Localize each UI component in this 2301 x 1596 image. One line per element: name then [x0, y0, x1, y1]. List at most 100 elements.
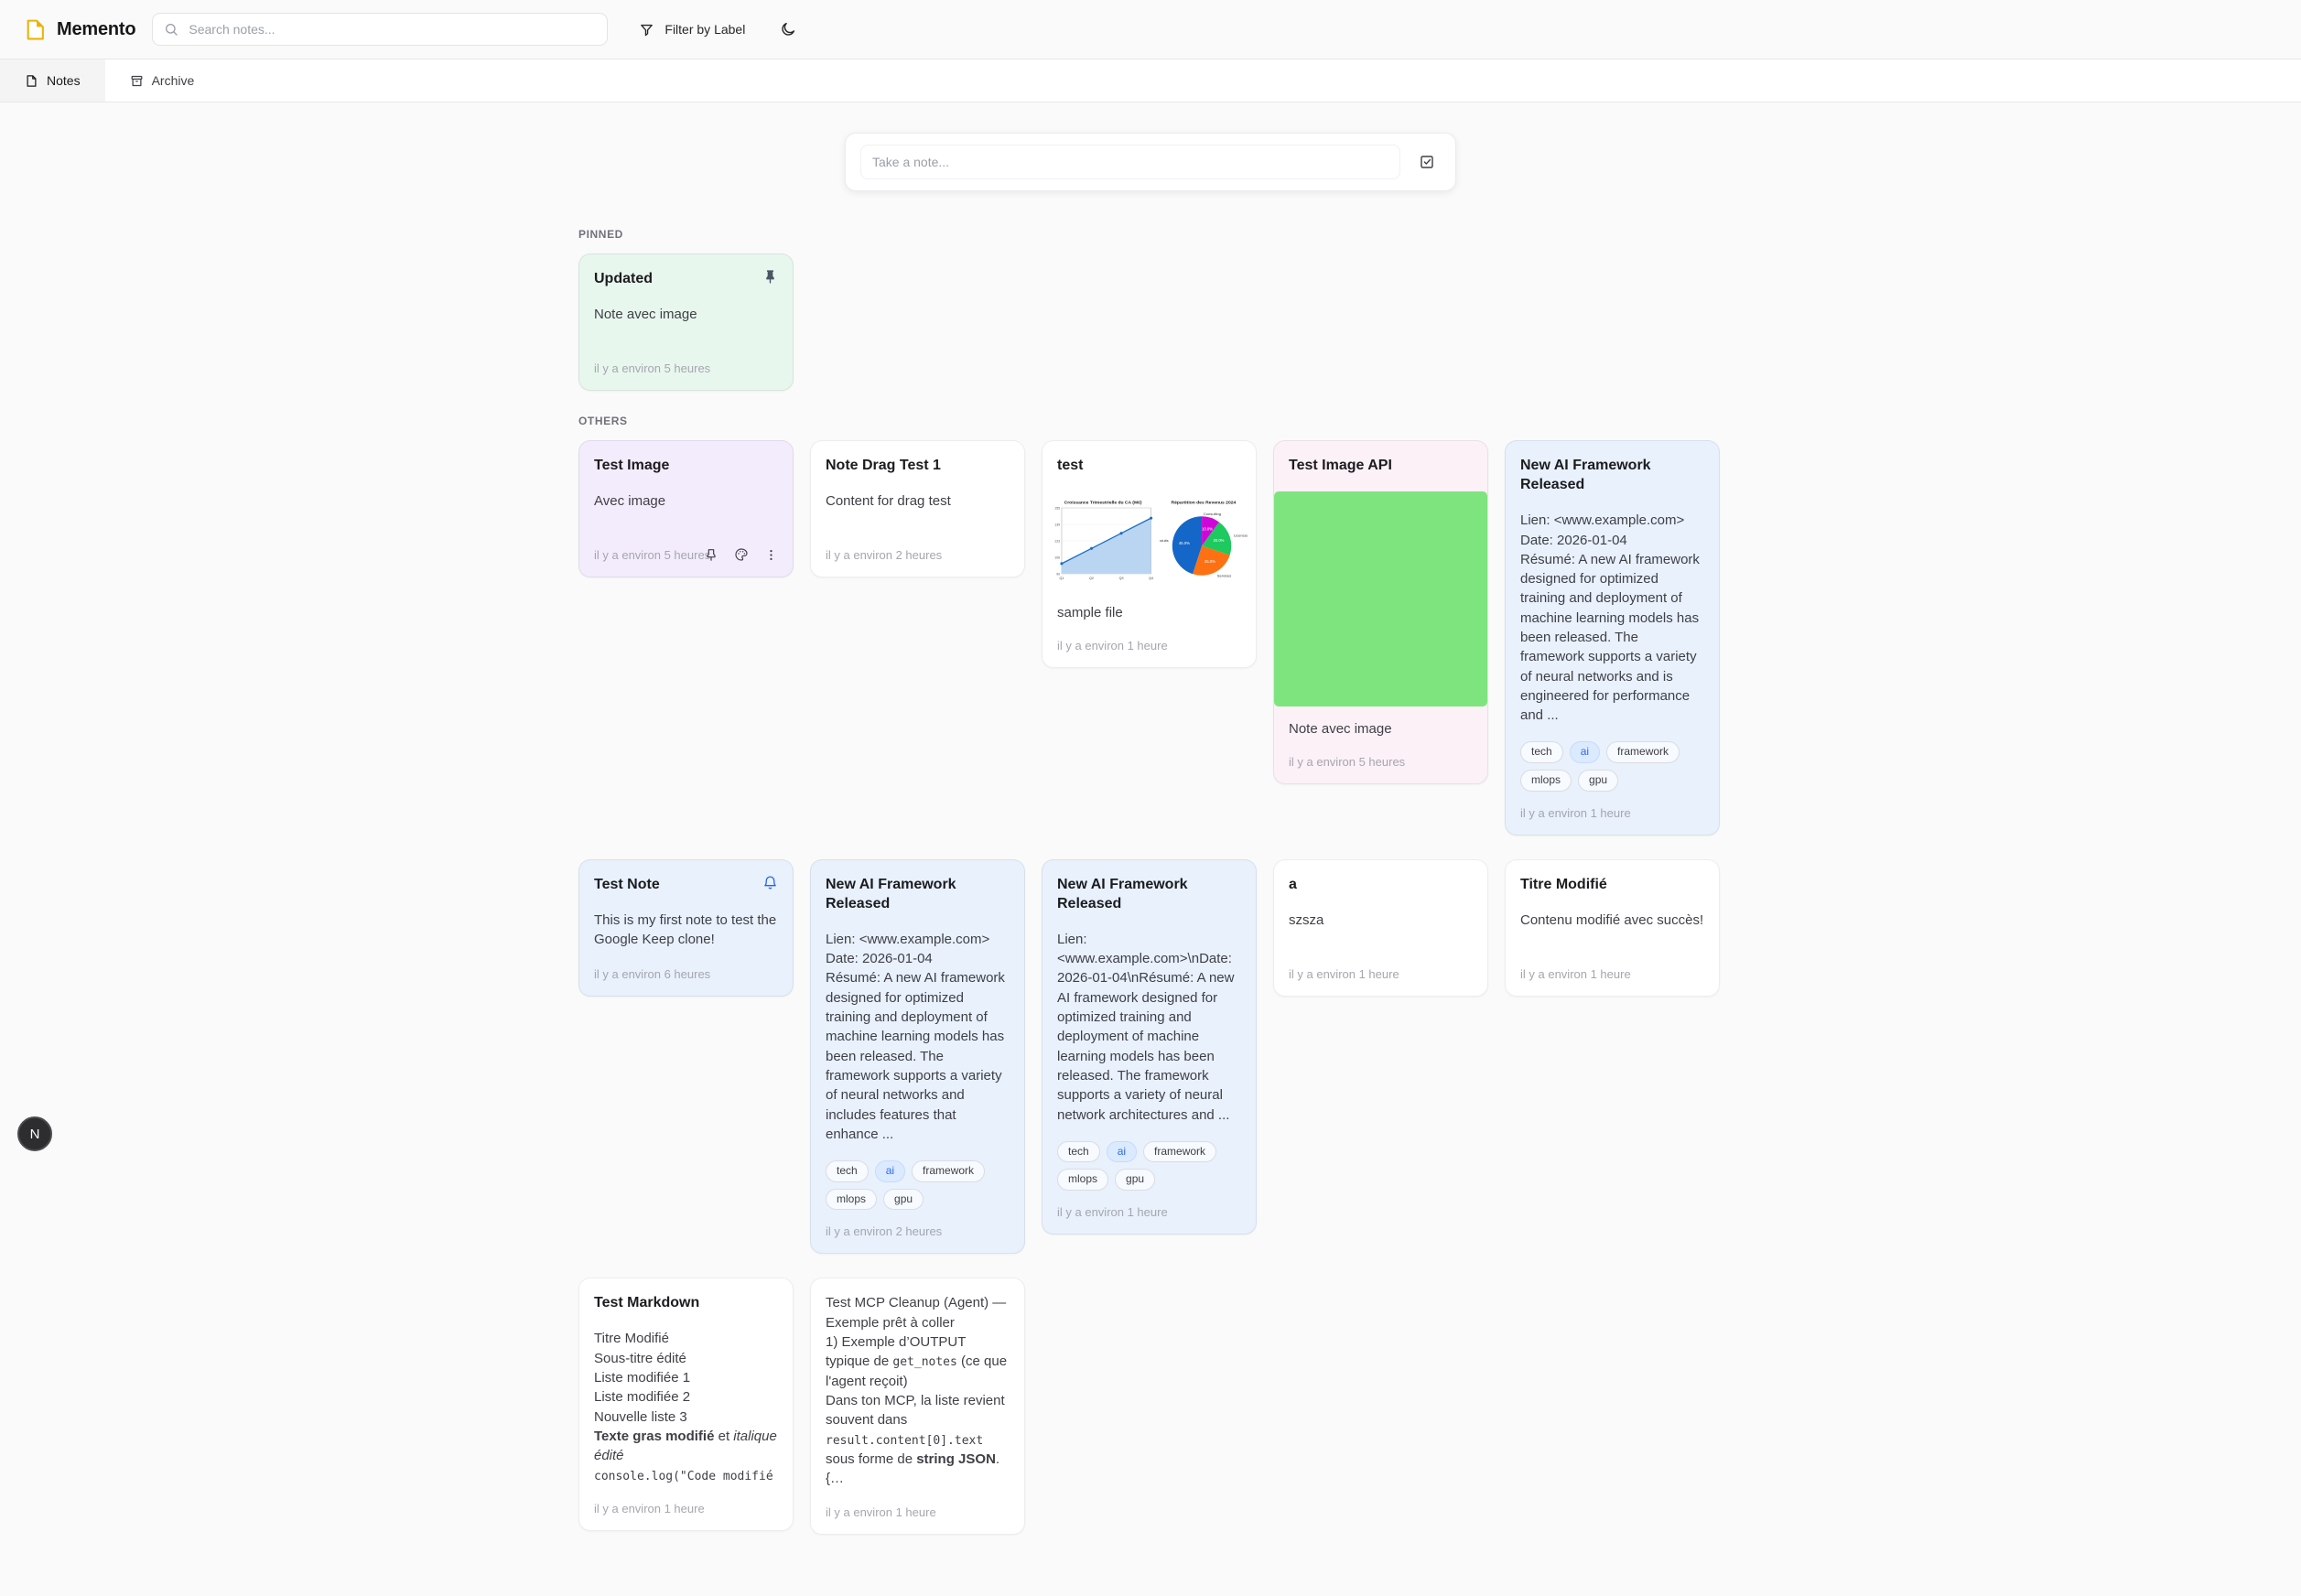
svg-text:123: 123	[1054, 539, 1060, 543]
tag-tech[interactable]: tech	[1520, 741, 1563, 763]
note-card-title-row: Test Image API	[1289, 456, 1473, 475]
svg-text:Consulting: Consulting	[1204, 512, 1221, 516]
note-card-footer: il y a environ 1 heure	[1057, 639, 1241, 652]
svg-text:Q2: Q2	[1089, 577, 1094, 580]
note-card-corner-icon	[762, 875, 778, 890]
moon-icon	[780, 21, 796, 38]
tag-mlops[interactable]: mlops	[826, 1189, 877, 1211]
tag-gpu[interactable]: gpu	[883, 1189, 924, 1211]
pinned-cards-row: UpdatedNote avec imageil y a environ 5 h…	[578, 253, 1723, 391]
note-card-test[interactable]: testCroissance Trimestrielle du CA (M€)1…	[1042, 440, 1257, 668]
tag-mlops[interactable]: mlops	[1057, 1169, 1108, 1191]
note-composer[interactable]	[845, 133, 1456, 191]
note-card-titre-modifie[interactable]: Titre ModifiéContenu modifié avec succès…	[1505, 859, 1720, 997]
pinned-section-label: PINNED	[578, 228, 1723, 241]
svg-text:Croissance Trimestrielle du CA: Croissance Trimestrielle du CA (M€)	[1064, 501, 1142, 506]
note-attached-image[interactable]	[1274, 491, 1487, 706]
note-attached-charts[interactable]: Croissance Trimestrielle du CA (M€)15513…	[1051, 493, 1248, 588]
note-card-content: Test MCP Cleanup (Agent) — Exemple prêt …	[826, 1293, 1010, 1488]
tag-framework[interactable]: framework	[1143, 1141, 1216, 1163]
note-card-title: Test Note	[594, 875, 660, 894]
note-card-footer: il y a environ 6 heures	[594, 967, 778, 981]
note-card-test-mcp[interactable]: Test MCP Cleanup (Agent) — Exemple prêt …	[810, 1278, 1025, 1534]
tag-ai[interactable]: ai	[1107, 1141, 1137, 1163]
note-card-updated[interactable]: UpdatedNote avec imageil y a environ 5 h…	[578, 253, 794, 391]
pin-icon[interactable]	[762, 269, 778, 285]
note-card-footer: il y a environ 2 heures	[826, 1224, 1010, 1238]
note-card-test-note[interactable]: Test Note This is my first note to test t…	[578, 859, 794, 997]
search-box[interactable]	[152, 13, 608, 46]
tab-archive[interactable]: Archive	[105, 59, 220, 102]
note-card-tags: techai framework mlops gpu	[826, 1160, 1010, 1210]
note-card-title: Test Markdown	[594, 1293, 699, 1312]
note-card-content: Lien: <www.example.com>Date: 2026-01-04R…	[1520, 511, 1704, 725]
tag-gpu[interactable]: gpu	[1578, 770, 1618, 792]
note-card-footer: il y a environ 1 heure	[826, 1505, 1010, 1519]
line-chart-thumbnail: Croissance Trimestrielle du CA (M€)15513…	[1051, 493, 1155, 588]
filter-by-label-button[interactable]: Filter by Label	[633, 21, 751, 38]
palette-icon[interactable]	[734, 547, 749, 562]
note-card-content: Lien: <www.example.com>Date: 2026-01-04R…	[826, 930, 1010, 1144]
tag-tech[interactable]: tech	[1057, 1141, 1100, 1163]
note-card-naf2[interactable]: New AI Framework Released Lien: <www.exam…	[810, 859, 1025, 1255]
search-input[interactable]	[187, 21, 596, 38]
tag-ai[interactable]: ai	[875, 1160, 905, 1182]
note-card-title-row: New AI Framework Released	[826, 875, 1010, 913]
tag-mlops[interactable]: mlops	[1520, 770, 1572, 792]
tag-tech[interactable]: tech	[826, 1160, 869, 1182]
tag-framework[interactable]: framework	[912, 1160, 985, 1182]
note-card-note-drag[interactable]: Note Drag Test 1 Content for drag test il …	[810, 440, 1025, 577]
search-icon	[164, 22, 178, 37]
note-card-test-markdown[interactable]: Test MarkdownTitre ModifiéSous-titre édi…	[578, 1278, 794, 1531]
note-card-footer: il y a environ 2 heures	[826, 548, 1010, 562]
svg-text:90: 90	[1056, 572, 1060, 576]
note-card-content: This is my first note to test the Google…	[594, 911, 778, 950]
user-avatar[interactable]: N	[17, 1116, 52, 1151]
note-card-timestamp: il y a environ 5 heures	[1289, 755, 1473, 769]
note-composer-input[interactable]	[860, 145, 1400, 179]
svg-text:Licences: Licences	[1234, 534, 1248, 538]
svg-text:10.0%: 10.0%	[1202, 527, 1213, 532]
note-card-content: Contenu modifié avec succès!	[1520, 911, 1704, 930]
note-card-timestamp: il y a environ 1 heure	[1289, 967, 1473, 981]
cards-row: Test MarkdownTitre ModifiéSous-titre édi…	[578, 1278, 1723, 1534]
svg-text:45.0%: 45.0%	[1179, 541, 1190, 545]
note-card-title: Test Image API	[1289, 456, 1392, 475]
reminder-bell-icon[interactable]	[762, 875, 778, 890]
svg-text:20.0%: 20.0%	[1214, 538, 1225, 543]
tab-notes[interactable]: Notes	[0, 59, 105, 102]
archive-box-icon	[130, 74, 144, 88]
tab-archive-label: Archive	[152, 73, 195, 88]
note-card-corner-icon	[762, 269, 778, 285]
note-card-a[interactable]: aszszail y a environ 1 heure	[1273, 859, 1488, 997]
note-card-content: Content for drag test	[826, 491, 1010, 511]
note-card-title-row: New AI Framework Released	[1520, 456, 1704, 494]
note-card-test-image-api[interactable]: Test Image API Note avec image il y a envi…	[1273, 440, 1488, 784]
note-card-content: Avec image	[594, 491, 778, 511]
note-card-title-row: test	[1057, 456, 1241, 475]
note-card-timestamp: il y a environ 1 heure	[1057, 639, 1241, 652]
new-checklist-button[interactable]	[1413, 153, 1441, 171]
note-card-title: Note Drag Test 1	[826, 456, 941, 475]
cards-row: Test ImageAvec imageil y a environ 5 heu…	[578, 440, 1723, 836]
note-card-naf3[interactable]: New AI Framework ReleasedLien: <www.exam…	[1042, 859, 1257, 1235]
note-card-timestamp: il y a environ 1 heure	[826, 1505, 1010, 1519]
dark-mode-toggle[interactable]	[774, 20, 802, 38]
tag-framework[interactable]: framework	[1606, 741, 1680, 763]
note-card-timestamp: il y a environ 6 heures	[594, 967, 778, 981]
pin-icon[interactable]	[704, 547, 718, 562]
svg-text:Q3: Q3	[1119, 577, 1124, 580]
note-card-naf1[interactable]: New AI Framework Released Lien: <www.exam…	[1505, 440, 1720, 836]
note-card-content: Note avec image	[1289, 719, 1473, 739]
more-menu-icon[interactable]	[764, 548, 778, 562]
note-card-title: a	[1289, 875, 1297, 894]
note-card-footer: il y a environ 5 heures	[594, 547, 778, 562]
tag-ai[interactable]: ai	[1570, 741, 1600, 763]
note-card-title-row: Updated	[594, 269, 778, 288]
tab-notes-label: Notes	[47, 73, 81, 88]
note-card-footer: il y a environ 1 heure	[594, 1502, 778, 1515]
note-card-test-image[interactable]: Test ImageAvec imageil y a environ 5 heu…	[578, 440, 794, 577]
tag-gpu[interactable]: gpu	[1115, 1169, 1155, 1191]
app-logo: Memento	[24, 18, 135, 41]
app-header: Memento Filter by Label	[0, 0, 2301, 59]
